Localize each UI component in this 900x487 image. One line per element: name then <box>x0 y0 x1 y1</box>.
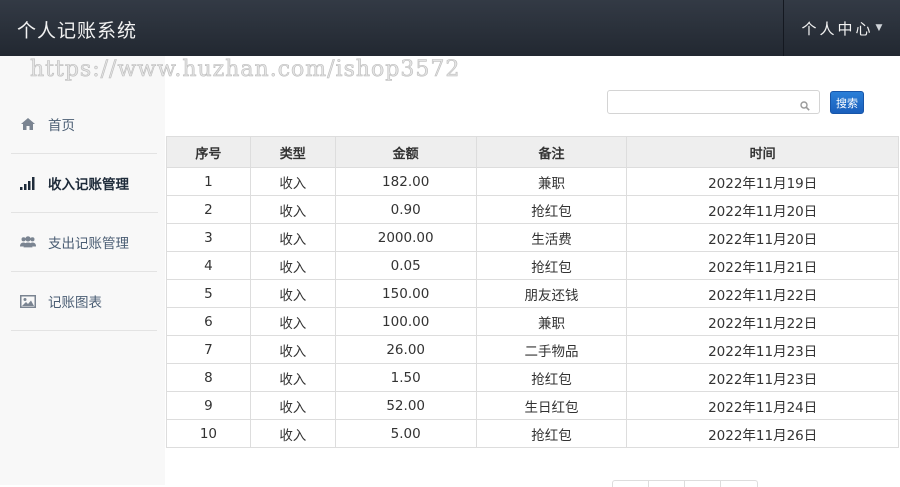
sidebar-item-expense[interactable]: 支出记账管理 <box>11 213 157 272</box>
table-row: 9 收入 52.00 生日红包 2022年11月24日 <box>166 391 899 420</box>
cell-type: 收入 <box>249 391 336 420</box>
cell-amount: 100.00 <box>334 307 477 336</box>
image-icon <box>20 293 36 309</box>
column-header: 类型 <box>249 136 336 168</box>
user-center-label: 个人中心 <box>801 19 874 38</box>
table-row: 5 收入 150.00 朋友还钱 2022年11月22日 <box>166 279 899 308</box>
cell-amount: 1.50 <box>334 363 477 392</box>
sidebar-item-home[interactable]: 首页 <box>11 95 157 154</box>
sidebar-item-income[interactable]: 收入记账管理 <box>11 154 158 213</box>
cell-index: 6 <box>166 307 251 336</box>
cell-type: 收入 <box>249 167 336 196</box>
cell-note: 二手物品 <box>475 335 628 364</box>
cell-time: 2022年11月23日 <box>626 363 899 392</box>
cell-time: 2022年11月26日 <box>626 419 899 448</box>
users-icon <box>20 234 36 250</box>
table-row: 1 收入 182.00 兼职 2022年11月19日 <box>166 167 899 196</box>
cell-time: 2022年11月23日 <box>626 335 899 364</box>
cell-index: 1 <box>166 167 251 196</box>
cell-amount: 52.00 <box>334 391 477 420</box>
app-title: 个人记账系统 <box>17 20 138 42</box>
search-button[interactable]: 搜索 <box>830 91 864 114</box>
cell-type: 收入 <box>249 307 336 336</box>
table-row: 8 收入 1.50 抢红包 2022年11月23日 <box>166 363 899 392</box>
cell-note: 兼职 <box>475 307 628 336</box>
cell-note: 朋友还钱 <box>475 279 628 308</box>
home-icon <box>20 116 36 132</box>
cell-type: 收入 <box>249 279 336 308</box>
cell-index: 2 <box>166 195 251 224</box>
cell-amount: 26.00 <box>334 335 477 364</box>
sidebar-item-charts[interactable]: 记账图表 <box>11 272 157 331</box>
column-header: 金额 <box>334 136 477 168</box>
cell-type: 收入 <box>249 251 336 280</box>
table-header-row: 序号 类型 金额 备注 时间 <box>166 136 899 168</box>
sidebar: 首页 收入记账管理 支出记账管理 记账图表 <box>0 56 165 485</box>
table-row: 6 收入 100.00 兼职 2022年11月22日 <box>166 307 899 336</box>
cell-note: 抢红包 <box>475 195 628 224</box>
table-row: 10 收入 5.00 抢红包 2022年11月26日 <box>166 419 899 448</box>
cell-time: 2022年11月24日 <box>626 391 899 420</box>
pagination[interactable] <box>612 480 758 487</box>
income-table: 序号 类型 金额 备注 时间 1 收入 182.00 兼职 2022年11月19… <box>166 136 899 448</box>
cell-index: 10 <box>166 419 251 448</box>
cell-amount: 0.05 <box>334 251 477 280</box>
top-navbar: 个人记账系统 个人中心 ▼ <box>0 0 900 56</box>
column-header: 时间 <box>626 136 899 168</box>
caret-down-icon: ▼ <box>875 23 883 33</box>
bar-chart-icon <box>20 175 36 191</box>
cell-type: 收入 <box>249 223 336 252</box>
cell-time: 2022年11月20日 <box>626 223 899 252</box>
cell-type: 收入 <box>249 419 336 448</box>
cell-index: 4 <box>166 251 251 280</box>
watermark-text: https://www.huzhan.com/ishop3572 <box>30 57 461 83</box>
table-row: 4 收入 0.05 抢红包 2022年11月21日 <box>166 251 899 280</box>
cell-type: 收入 <box>249 335 336 364</box>
cell-type: 收入 <box>249 195 336 224</box>
sidebar-item-label: 记账图表 <box>48 295 102 311</box>
cell-amount: 0.90 <box>334 195 477 224</box>
cell-note: 抢红包 <box>475 251 628 280</box>
sidebar-item-label: 收入记账管理 <box>48 177 129 193</box>
cell-note: 生活费 <box>475 223 628 252</box>
cell-note: 抢红包 <box>475 419 628 448</box>
search-field[interactable] <box>607 90 820 114</box>
table-row: 7 收入 26.00 二手物品 2022年11月23日 <box>166 335 899 364</box>
cell-time: 2022年11月21日 <box>626 251 899 280</box>
cell-note: 兼职 <box>475 167 628 196</box>
cell-time: 2022年11月22日 <box>626 307 899 336</box>
user-center-menu[interactable]: 个人中心 ▼ <box>783 0 900 56</box>
cell-index: 9 <box>166 391 251 420</box>
column-header: 序号 <box>166 136 251 168</box>
column-header: 备注 <box>475 136 628 168</box>
cell-amount: 5.00 <box>334 419 477 448</box>
search-icon <box>800 96 810 115</box>
table-row: 3 收入 2000.00 生活费 2022年11月20日 <box>166 223 899 252</box>
sidebar-item-label: 支出记账管理 <box>48 236 129 252</box>
sidebar-item-label: 首页 <box>48 118 75 134</box>
search-input[interactable] <box>614 92 798 114</box>
cell-note: 生日红包 <box>475 391 628 420</box>
cell-time: 2022年11月19日 <box>626 167 899 196</box>
cell-type: 收入 <box>249 363 336 392</box>
cell-amount: 2000.00 <box>334 223 477 252</box>
table-row: 2 收入 0.90 抢红包 2022年11月20日 <box>166 195 899 224</box>
cell-time: 2022年11月20日 <box>626 195 899 224</box>
cell-amount: 150.00 <box>334 279 477 308</box>
cell-index: 7 <box>166 335 251 364</box>
cell-index: 3 <box>166 223 251 252</box>
cell-index: 5 <box>166 279 251 308</box>
cell-time: 2022年11月22日 <box>626 279 899 308</box>
cell-index: 8 <box>166 363 251 392</box>
cell-note: 抢红包 <box>475 363 628 392</box>
cell-amount: 182.00 <box>334 167 477 196</box>
